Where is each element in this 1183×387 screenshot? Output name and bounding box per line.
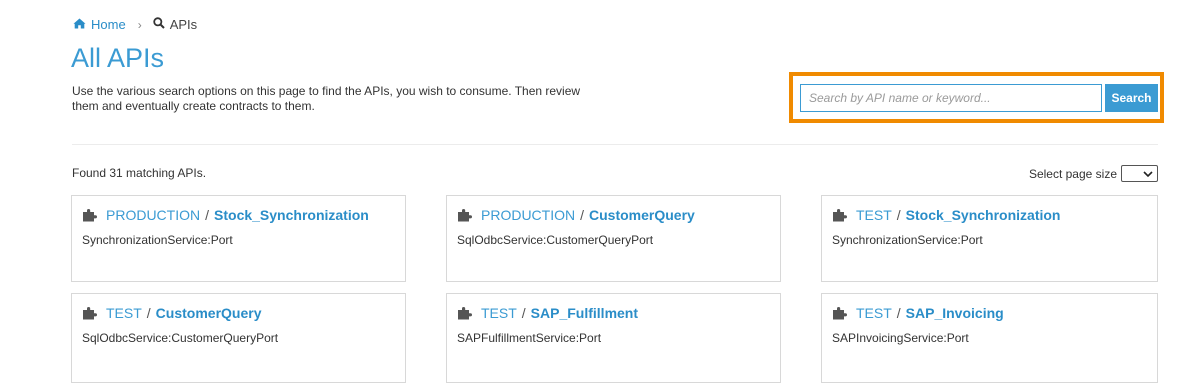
page-size-select[interactable]: [1121, 165, 1158, 182]
api-port: SqlOdbcService:CustomerQueryPort: [457, 233, 654, 247]
api-port: SynchronizationService:Port: [832, 233, 983, 247]
puzzle-piece-icon: [82, 208, 98, 222]
page-size-control: Select page size: [1029, 165, 1158, 182]
breadcrumb-current: APIs: [152, 17, 198, 32]
page-description: Use the various search options on this p…: [72, 84, 581, 113]
api-stage[interactable]: PRODUCTION: [481, 207, 575, 223]
page-size-label: Select page size: [1028, 166, 1117, 181]
api-card[interactable]: PRODUCTION / Stock_Synchronization Synchro…: [71, 195, 406, 282]
puzzle-piece-icon: [457, 306, 473, 320]
home-icon: [73, 17, 86, 32]
divider: [72, 144, 1158, 145]
breadcrumb-current-label: APIs: [169, 17, 198, 32]
api-name-link[interactable]: SAP_Fulfillment: [531, 305, 638, 321]
api-port: SAPFulfillmentService:Port: [457, 331, 602, 345]
search-button[interactable]: Search: [1105, 84, 1158, 112]
breadcrumb-separator: ›: [137, 17, 142, 32]
api-stage[interactable]: TEST: [106, 305, 142, 321]
page-title: All APIs: [71, 43, 165, 73]
api-name-link[interactable]: Stock_Synchronization: [214, 207, 369, 223]
api-port: SqlOdbcService:CustomerQueryPort: [82, 331, 279, 345]
puzzle-piece-icon: [832, 306, 848, 320]
api-stage[interactable]: PRODUCTION: [106, 207, 200, 223]
api-name-link[interactable]: CustomerQuery: [589, 207, 695, 223]
chevron-down-icon: [1143, 167, 1153, 181]
api-card[interactable]: TEST / SAP_Invoicing SAPInvoicingService:P…: [821, 293, 1158, 383]
api-card[interactable]: TEST / CustomerQuery SqlOdbcService:Custom…: [71, 293, 406, 383]
api-stage[interactable]: TEST: [481, 305, 517, 321]
api-stage[interactable]: TEST: [856, 207, 892, 223]
search-icon: [152, 17, 165, 32]
api-card[interactable]: TEST / SAP_Fulfillment SAPFulfillmentServi…: [446, 293, 781, 383]
api-stage[interactable]: TEST: [856, 305, 892, 321]
api-port: SynchronizationService:Port: [82, 233, 233, 247]
api-card[interactable]: PRODUCTION / CustomerQuery SqlOdbcService:…: [446, 195, 781, 282]
breadcrumb-home-link[interactable]: Home: [73, 17, 126, 32]
puzzle-piece-icon: [457, 208, 473, 222]
api-name-link[interactable]: SAP_Invoicing: [906, 305, 1004, 321]
api-name-link[interactable]: Stock_Synchronization: [906, 207, 1061, 223]
api-card[interactable]: TEST / Stock_Synchronization Synchronizati…: [821, 195, 1158, 282]
search-input[interactable]: [800, 84, 1102, 112]
breadcrumb-home-label: Home: [91, 17, 126, 32]
breadcrumb: Home › APIs: [73, 17, 197, 32]
puzzle-piece-icon: [832, 208, 848, 222]
api-name-link[interactable]: CustomerQuery: [156, 305, 262, 321]
results-count: Found 31 matching APIs.: [72, 166, 207, 180]
api-port: SAPInvoicingService:Port: [832, 331, 969, 345]
puzzle-piece-icon: [82, 306, 98, 320]
